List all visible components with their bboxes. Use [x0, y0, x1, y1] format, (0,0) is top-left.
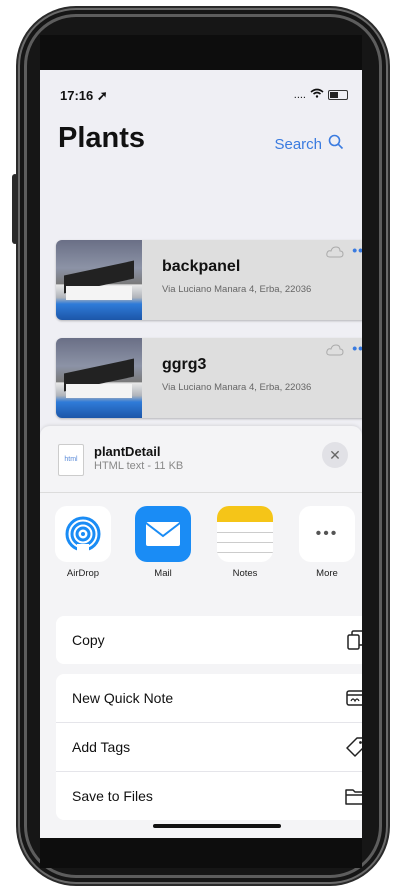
plant-card[interactable]: backpanel Via Luciano Manara 4, Erba, 22…	[56, 240, 362, 320]
share-apps-row: AirDrop Mail Notes ••• More	[40, 506, 362, 586]
search-icon	[328, 134, 344, 154]
search-button[interactable]: Search	[274, 134, 344, 154]
plant-thumbnail	[56, 240, 142, 320]
more-options-icon[interactable]: •••	[352, 340, 362, 356]
status-time: 17:16 ➚	[60, 88, 108, 103]
more-options-icon[interactable]: •••	[352, 242, 362, 258]
plant-card[interactable]: ggrg3 Via Luciano Manara 4, Erba, 22036 …	[56, 338, 362, 418]
signal-indicator: ....	[293, 88, 306, 101]
battery-icon	[328, 89, 348, 100]
plant-name: ggrg3	[162, 356, 207, 373]
action-label: New Quick Note	[72, 690, 174, 706]
action-save-to-files[interactable]: Save to Files	[56, 772, 362, 820]
plant-name: backpanel	[162, 258, 241, 275]
share-sheet-header: html plantDetail HTML text - 11 KB ✕	[40, 426, 362, 493]
action-new-quick-note[interactable]: New Quick Note	[56, 674, 362, 723]
action-label: Save to Files	[72, 788, 153, 804]
copy-icon	[344, 628, 362, 652]
screen-top-bar	[40, 35, 362, 75]
file-name: plantDetail	[94, 444, 161, 459]
share-sheet: html plantDetail HTML text - 11 KB ✕ Air…	[40, 426, 362, 838]
app-notes[interactable]: Notes	[214, 506, 276, 579]
action-list: New Quick Note Add Tags Save to Files	[56, 674, 362, 820]
quick-note-icon	[344, 686, 362, 710]
home-indicator[interactable]	[153, 824, 281, 828]
folder-icon	[344, 784, 362, 808]
notes-icon	[217, 506, 273, 562]
app-mail[interactable]: Mail	[132, 506, 194, 579]
html-file-icon: html	[58, 444, 84, 476]
page-title: Plants	[58, 122, 146, 154]
plant-address: Via Luciano Manara 4, Erba, 22036	[162, 284, 312, 295]
action-label: Copy	[72, 632, 105, 648]
action-copy[interactable]: Copy	[56, 616, 362, 664]
app-label: More	[316, 568, 338, 579]
app-airdrop[interactable]: AirDrop	[52, 506, 114, 579]
mail-icon	[135, 506, 191, 562]
screen: 17:16 ➚ .... Plants Search backpanel Via…	[40, 70, 362, 838]
action-label: Add Tags	[72, 739, 131, 755]
close-button[interactable]: ✕	[322, 442, 348, 468]
search-label: Search	[274, 135, 322, 153]
tag-icon	[344, 735, 362, 759]
cloud-icon[interactable]	[326, 344, 344, 359]
side-button	[12, 174, 18, 244]
plant-thumbnail	[56, 338, 142, 418]
airdrop-icon	[55, 506, 111, 562]
file-meta: HTML text - 11 KB	[94, 460, 184, 472]
screen-bottom-bar	[40, 838, 362, 868]
action-add-tags[interactable]: Add Tags	[56, 723, 362, 772]
app-more[interactable]: ••• More	[296, 506, 358, 579]
status-bar: 17:16 ➚ ....	[40, 70, 362, 110]
plant-address: Via Luciano Manara 4, Erba, 22036	[162, 382, 312, 393]
app-label: Mail	[154, 568, 172, 579]
status-right: ....	[294, 88, 348, 101]
wifi-icon	[310, 88, 324, 101]
more-icon: •••	[299, 506, 355, 562]
app-label: AirDrop	[66, 568, 100, 579]
action-list-copy: Copy	[56, 616, 362, 664]
cloud-icon[interactable]	[326, 246, 344, 261]
app-label: Notes	[232, 568, 258, 579]
